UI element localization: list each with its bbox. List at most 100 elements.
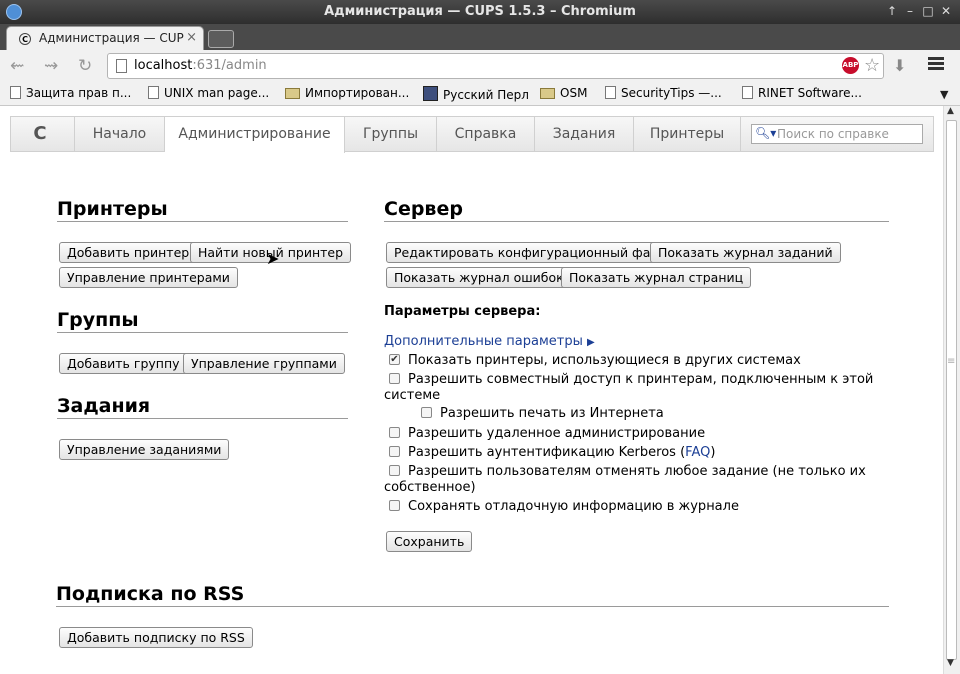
back-icon[interactable]: ⇜ [10,56,24,76]
show-page-log-button[interactable]: Показать журнал страниц [561,267,752,288]
page-content: C Начало Администрирование Группы Справк… [0,106,943,674]
debug-log-checkbox[interactable] [389,500,400,511]
bookmark-label: Защита прав п... [26,86,132,100]
add-printer-button[interactable]: Добавить принтер [59,242,198,263]
scroll-grip-icon: ≡ [947,356,956,367]
bookmark-label: RINET Software... [758,86,862,100]
search-icon: 🔍︎▾ [755,126,777,140]
divider [57,221,348,222]
kerberos-text-end: ) [710,445,716,460]
browser-toolbar: ⇜ ⇝ ↻ localhost:631/admin ABP ☆ ⬇ [0,50,960,82]
vertical-scrollbar[interactable]: ▲ ≡ ▼ [943,106,960,674]
mouse-cursor-icon: ➤ [266,249,280,268]
forward-icon[interactable]: ⇝ [44,56,58,76]
bookmark-item[interactable]: RINET Software... [742,86,862,100]
jobs-heading: Задания [57,395,151,417]
advanced-settings-link[interactable]: Дополнительные параметры ▶ [384,334,595,349]
close-window-icon[interactable]: ✕ [938,3,954,19]
maximize-icon[interactable]: □ [920,3,936,19]
rss-heading: Подписка по RSS [56,583,245,605]
kerberos-faq-link[interactable]: FAQ [685,445,710,460]
internet-printing-checkbox[interactable] [421,407,432,418]
page-icon [742,86,753,99]
server-heading: Сервер [384,198,463,220]
cups-logo-icon: C [33,123,47,144]
bookmark-label: OSM [560,86,588,100]
tab-administration[interactable]: Администрирование [165,117,345,153]
search-placeholder: Поиск по справке [777,127,889,141]
minimize-icon[interactable]: – [902,3,918,19]
bookmark-item[interactable]: UNIX man page... [148,86,269,100]
window-titlebar: Администрация — CUPS 1.5.3 – Chromium ↑ … [0,0,960,24]
bookmark-item[interactable]: Русский Перл [423,86,529,102]
bookmark-item[interactable]: OSM [540,86,587,100]
address-url: localhost:631/admin [134,58,267,73]
kerberos-text: Разрешить аунтентификацию Kerberos ( [408,445,686,460]
bookmark-label: UNIX man page... [164,86,270,100]
tab-admin[interactable]: C Администрация — CUPS × [6,26,204,50]
divider [57,332,348,333]
show-error-log-button[interactable]: Показать журнал ошибок [386,267,572,288]
cups-favicon-icon: C [19,33,31,45]
folder-icon [540,88,555,99]
kerberos-checkbox[interactable] [389,446,400,457]
manage-jobs-button[interactable]: Управление заданиями [59,439,230,460]
tab-help[interactable]: Справка [437,117,535,151]
tab-home[interactable]: Начало [75,117,165,151]
manage-groups-button[interactable]: Управление группами [183,353,345,374]
reload-icon[interactable]: ↻ [78,56,92,76]
always-on-top-icon[interactable]: ↑ [884,3,900,19]
tab-jobs[interactable]: Задания [535,117,634,151]
url-host: localhost [134,58,193,73]
server-settings-label: Параметры сервера: [384,304,541,319]
bookmark-item[interactable]: Защита прав п... [10,86,131,100]
add-group-button[interactable]: Добавить группу [59,353,188,374]
expand-arrow-icon: ▶ [586,337,595,348]
extension-icon[interactable]: ⬇ [893,56,906,75]
divider [56,606,889,607]
add-rss-subscription-button[interactable]: Добавить подписку по RSS [59,627,253,648]
page-icon [148,86,159,99]
divider [384,221,889,222]
bookmark-label: Русский Перл [443,88,529,102]
image-icon [423,86,438,101]
scroll-up-icon[interactable]: ▲ [947,106,954,116]
manage-printers-button[interactable]: Управление принтерами [59,267,238,288]
internet-printing-label: Разрешить печать из Интернета [440,406,664,421]
save-button[interactable]: Сохранить [386,531,473,552]
bookmark-item[interactable]: Импортирован... [285,86,409,100]
help-search-input[interactable]: 🔍︎▾ Поиск по справке [751,124,923,144]
bookmark-item[interactable]: SecurityTips —... [605,86,722,100]
menu-icon[interactable] [928,57,944,72]
kerberos-label: Разрешить аунтентификацию Kerberos (FAQ) [408,445,715,461]
bookmarks-overflow-icon[interactable]: ▼ [940,88,948,101]
tab-close-icon[interactable]: × [186,30,197,45]
remote-admin-label: Разрешить удаленное администрирование [408,426,706,441]
debug-log-label: Сохранять отладочную информацию в журнал… [408,499,739,514]
page-icon [605,86,616,99]
remote-admin-checkbox[interactable] [389,427,400,438]
advanced-settings-text: Дополнительные параметры [384,334,583,349]
cups-navbar: C Начало Администрирование Группы Справк… [10,116,934,153]
share-remote-checkbox[interactable]: ✔ [389,354,400,365]
cups-logo-cell[interactable]: C [11,117,75,151]
new-tab-button[interactable] [208,30,234,48]
edit-config-button[interactable]: Редактировать конфигурационный файл [386,242,675,263]
share-remote-label: Показать принтеры, использующиеся в друг… [408,353,801,368]
address-bar[interactable]: localhost:631/admin ABP ☆ [107,53,884,79]
folder-icon [285,88,300,99]
tab-printers[interactable]: Принтеры [634,117,741,151]
bookmark-star-icon[interactable]: ☆ [864,55,880,76]
adblock-icon[interactable]: ABP [842,57,859,74]
divider [57,418,348,419]
page-icon [10,86,21,99]
tab-groups[interactable]: Группы [345,117,437,151]
share-local-label: Разрешить совместный доступ к принтерам,… [384,372,874,403]
bookmark-label: Импортирован... [305,86,410,100]
scroll-down-icon[interactable]: ▼ [947,658,954,668]
scrollbar-thumb[interactable] [946,120,957,660]
printers-heading: Принтеры [57,198,168,220]
bookmarks-bar: Защита прав п... UNIX man page... Импорт… [0,82,960,106]
groups-heading: Группы [57,309,139,331]
show-job-log-button[interactable]: Показать журнал заданий [650,242,841,263]
